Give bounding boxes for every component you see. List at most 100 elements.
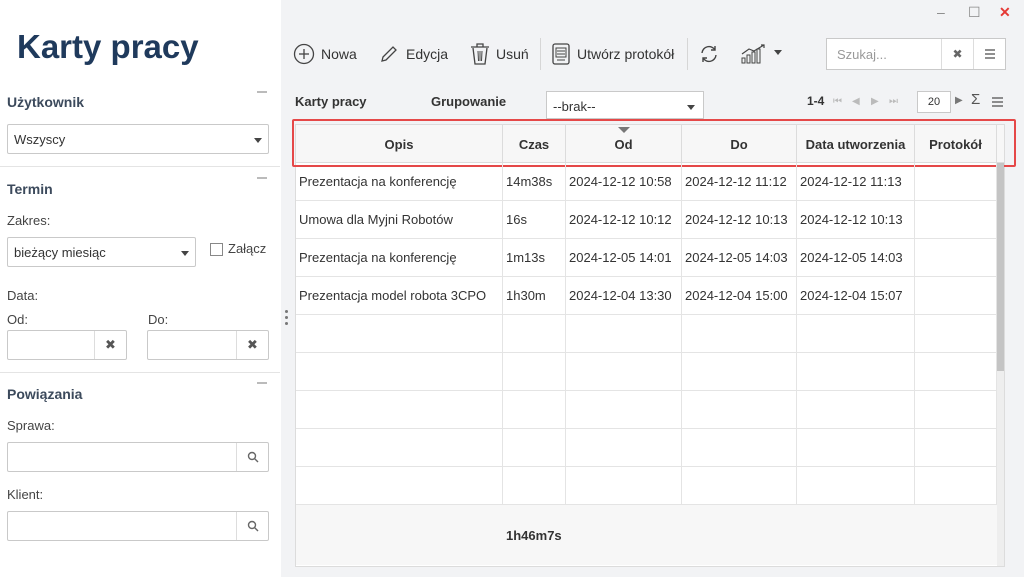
refresh-icon bbox=[701, 45, 717, 63]
plus-circle-icon bbox=[293, 43, 315, 65]
divider bbox=[0, 372, 280, 373]
date-from-field[interactable]: ✖ bbox=[7, 330, 127, 360]
column-header-protokol[interactable]: Protokół bbox=[915, 125, 997, 163]
clear-icon[interactable]: ✖ bbox=[236, 331, 268, 359]
table-cell: 2024-12-12 11:13 bbox=[797, 163, 915, 200]
collapse-term-icon[interactable] bbox=[257, 177, 267, 179]
clear-icon[interactable]: ✖ bbox=[94, 331, 126, 359]
table-cell: 16s bbox=[503, 201, 566, 238]
table-cell bbox=[296, 391, 503, 428]
vertical-scrollbar[interactable] bbox=[997, 163, 1004, 566]
search-input[interactable]: Szukaj... bbox=[837, 47, 887, 62]
column-header-opis[interactable]: Opis bbox=[296, 125, 503, 163]
grid-summary-row: 1h46m7s bbox=[296, 505, 997, 565]
column-header-od[interactable]: Od bbox=[566, 125, 682, 163]
client-lookup-field[interactable] bbox=[7, 511, 269, 541]
range-select[interactable]: bieżący miesiąc bbox=[7, 237, 196, 267]
prev-page-icon[interactable]: ◀ bbox=[852, 96, 860, 107]
column-header-data-utworzenia[interactable]: Data utworzenia bbox=[797, 125, 915, 163]
total-time: 1h46m7s bbox=[506, 527, 562, 543]
table-cell bbox=[296, 467, 503, 504]
date-to-field[interactable]: ✖ bbox=[147, 330, 269, 360]
toolbar-divider bbox=[687, 38, 688, 70]
range-label: Zakres: bbox=[7, 213, 51, 228]
maximize-button[interactable]: ☐ bbox=[968, 4, 981, 21]
table-cell: 2024-12-12 10:58 bbox=[566, 163, 682, 200]
search-box[interactable]: Szukaj... ✖ bbox=[826, 38, 1006, 70]
table-row[interactable]: Umowa dla Myjni Robotów 16s 2024-12-12 10:… bbox=[296, 201, 997, 239]
table-cell bbox=[797, 429, 915, 466]
next-page-icon[interactable]: ▶ bbox=[871, 96, 879, 107]
drag-handle-icon[interactable] bbox=[285, 310, 288, 328]
table-cell bbox=[566, 391, 682, 428]
chevron-down-icon bbox=[181, 251, 189, 256]
pencil-icon bbox=[381, 46, 397, 62]
search-icon[interactable] bbox=[236, 512, 268, 540]
grouping-select[interactable]: --brak-- bbox=[546, 91, 704, 119]
table-cell bbox=[503, 467, 566, 504]
close-button[interactable]: ✕ bbox=[999, 4, 1011, 21]
create-protocol-button[interactable]: Utwórz protokół bbox=[551, 38, 674, 70]
refresh-button[interactable] bbox=[698, 38, 720, 70]
grid-header: Opis Czas Od Do Data utworzenia Protokół bbox=[292, 119, 1016, 167]
sum-icon[interactable]: Σ bbox=[971, 91, 980, 108]
chevron-down-icon bbox=[687, 105, 695, 110]
attach-checkbox[interactable] bbox=[210, 243, 223, 256]
user-select[interactable]: Wszyscy bbox=[7, 124, 269, 154]
delete-label: Usuń bbox=[496, 46, 529, 62]
main-panel: – ☐ ✕ Nowa Edycja Usuń Utwórz protokół S… bbox=[291, 0, 1024, 577]
table-row[interactable] bbox=[296, 429, 997, 467]
table-cell bbox=[915, 239, 997, 276]
table-row[interactable] bbox=[296, 467, 997, 505]
search-icon[interactable] bbox=[236, 443, 268, 471]
user-select-value: Wszyscy bbox=[14, 132, 66, 147]
divider bbox=[0, 166, 280, 167]
table-row[interactable]: Prezentacja na konferencję 14m38s 2024-12-… bbox=[296, 163, 997, 201]
grid-title: Karty pracy bbox=[295, 94, 367, 109]
table-row[interactable]: Prezentacja model robota 3CPO 1h30m 2024-1… bbox=[296, 277, 997, 315]
table-cell bbox=[915, 201, 997, 238]
collapse-links-icon[interactable] bbox=[257, 382, 267, 384]
panel-splitter[interactable] bbox=[281, 0, 291, 577]
from-label: Od: bbox=[7, 312, 28, 327]
table-cell bbox=[915, 315, 997, 352]
table-cell: Prezentacja model robota 3CPO bbox=[296, 277, 503, 314]
case-lookup-field[interactable] bbox=[7, 442, 269, 472]
scrollbar-thumb[interactable] bbox=[997, 163, 1004, 371]
minimize-button[interactable]: – bbox=[937, 4, 945, 20]
column-header-do[interactable]: Do bbox=[682, 125, 797, 163]
table-cell: 2024-12-12 10:13 bbox=[797, 201, 915, 238]
page-size-arrow-icon[interactable]: ▶ bbox=[955, 95, 963, 106]
table-cell bbox=[915, 391, 997, 428]
chart-menu-button[interactable] bbox=[740, 38, 782, 70]
table-cell bbox=[797, 315, 915, 352]
table-cell bbox=[503, 353, 566, 390]
last-page-icon[interactable]: ⏭ bbox=[889, 96, 898, 107]
column-menu-icon[interactable] bbox=[992, 96, 1003, 110]
clear-search-icon[interactable]: ✖ bbox=[941, 39, 973, 69]
table-cell: Umowa dla Myjni Robotów bbox=[296, 201, 503, 238]
collapse-user-icon[interactable] bbox=[257, 91, 267, 93]
page-size-input[interactable]: 20 bbox=[917, 91, 951, 113]
table-cell bbox=[915, 163, 997, 200]
new-button[interactable]: Nowa bbox=[293, 38, 357, 70]
first-page-icon[interactable]: ⏮ bbox=[833, 96, 842, 107]
table-cell bbox=[682, 467, 797, 504]
column-header-czas[interactable]: Czas bbox=[503, 125, 566, 163]
table-cell bbox=[682, 429, 797, 466]
edit-button[interactable]: Edycja bbox=[378, 38, 448, 70]
menu-icon[interactable] bbox=[973, 39, 1005, 69]
table-cell bbox=[566, 429, 682, 466]
table-cell bbox=[296, 315, 503, 352]
page-title: Karty pracy bbox=[17, 28, 199, 65]
links-section-heading: Powiązania bbox=[7, 386, 83, 402]
table-row[interactable] bbox=[296, 391, 997, 429]
table-cell: 2024-12-12 10:13 bbox=[682, 201, 797, 238]
delete-button[interactable]: Usuń bbox=[470, 38, 529, 70]
table-row[interactable]: Prezentacja na konferencję 1m13s 2024-12-0… bbox=[296, 239, 997, 277]
table-row[interactable] bbox=[296, 315, 997, 353]
table-row[interactable] bbox=[296, 353, 997, 391]
table-cell: 2024-12-04 13:30 bbox=[566, 277, 682, 314]
range-select-value: bieżący miesiąc bbox=[14, 245, 106, 260]
grouping-value: --brak-- bbox=[553, 99, 596, 114]
